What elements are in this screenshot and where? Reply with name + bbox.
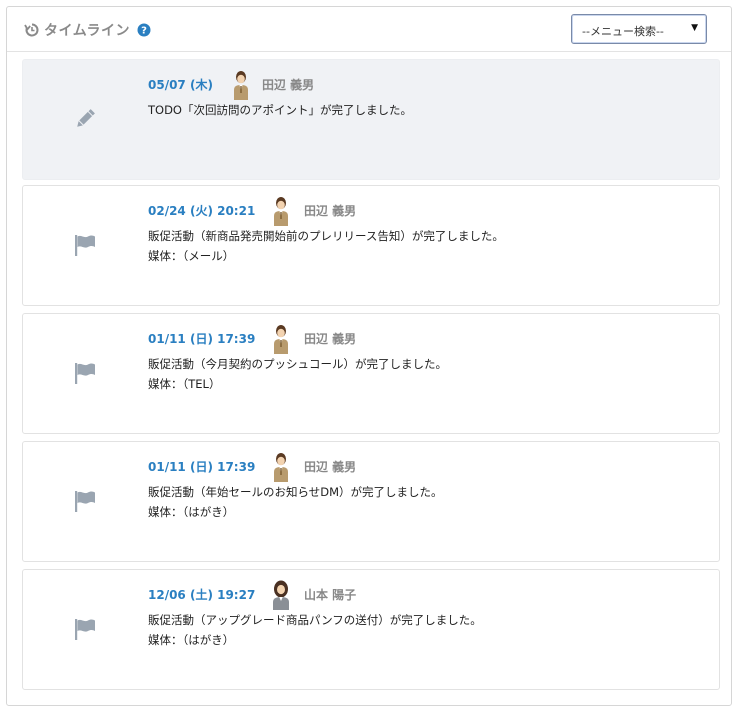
timeline-message: 販促活動（アップグレード商品パンフの送付）が完了しました。 bbox=[148, 613, 482, 627]
timeline-user[interactable]: 田辺 義男 bbox=[262, 76, 314, 93]
menu-search-select[interactable]: --メニュー検索-- ▼ bbox=[571, 14, 707, 44]
refresh-icon[interactable] bbox=[24, 22, 40, 38]
timeline-user[interactable]: 田辺 義男 bbox=[304, 330, 356, 347]
timeline-date: 02/24 (火) 20:21 bbox=[148, 204, 256, 218]
timeline-message: 販促活動（新商品発売開始前のプレリリース告知）が完了しました。 bbox=[148, 229, 504, 243]
timeline-message: TODO「次回訪問のアポイント」が完了しました。 bbox=[148, 103, 412, 117]
flag-icon bbox=[72, 489, 98, 513]
avatar bbox=[231, 70, 251, 100]
help-icon[interactable]: ? bbox=[137, 23, 151, 37]
timeline-date: 05/07 (木) bbox=[148, 78, 213, 92]
avatar bbox=[271, 452, 291, 482]
timeline-date: 01/11 (日) 17:39 bbox=[148, 460, 256, 474]
timeline-item[interactable]: 02/24 (火) 20:21 田辺 義男販促活動（新商品発売開始前のプレリリース… bbox=[22, 185, 720, 306]
panel-header: タイムライン ? --メニュー検索-- ▼ bbox=[7, 7, 731, 52]
timeline-message: 販促活動（今月契約のプッシュコール）が完了しました。 bbox=[148, 357, 447, 371]
flag-icon bbox=[72, 617, 98, 641]
pencil-icon bbox=[72, 107, 98, 131]
timeline-panel: タイムライン ? --メニュー検索-- ▼ 05/07 (木) 田辺 義男 TODO… bbox=[6, 6, 732, 706]
timeline-item[interactable]: 05/07 (木) 田辺 義男 TODO「次回訪問のアポイント」が完了しました。 bbox=[22, 59, 720, 180]
timeline-medium: 媒体：（はがき） bbox=[148, 505, 235, 519]
flag-icon bbox=[72, 233, 98, 257]
timeline-user[interactable]: 山本 陽子 bbox=[304, 586, 356, 603]
timeline-item[interactable]: 01/11 (日) 17:39 田辺 義男販促活動（今月契約のプッシュコール）が完… bbox=[22, 313, 720, 434]
timeline-user[interactable]: 田辺 義男 bbox=[304, 202, 356, 219]
avatar bbox=[271, 580, 291, 610]
timeline-medium: 媒体：（TEL） bbox=[148, 377, 221, 391]
avatar bbox=[271, 196, 291, 226]
timeline-medium: 媒体：（メール） bbox=[148, 249, 235, 263]
chevron-down-icon: ▼ bbox=[691, 23, 698, 33]
timeline-date: 12/06 (土) 19:27 bbox=[148, 588, 256, 602]
timeline-item[interactable]: 01/11 (日) 17:39 田辺 義男販促活動（年始セールのお知らせDM）が完… bbox=[22, 441, 720, 562]
timeline-medium: 媒体：（はがき） bbox=[148, 633, 235, 647]
timeline-message: 販促活動（年始セールのお知らせDM）が完了しました。 bbox=[148, 485, 443, 499]
timeline-user[interactable]: 田辺 義男 bbox=[304, 458, 356, 475]
timeline-date: 01/11 (日) 17:39 bbox=[148, 332, 256, 346]
timeline-item[interactable]: 12/06 (土) 19:27 山本 陽子販促活動（アップグレード商品パンフの送付… bbox=[22, 569, 720, 690]
flag-icon bbox=[72, 361, 98, 385]
page-title: タイムライン bbox=[44, 23, 131, 39]
avatar bbox=[271, 324, 291, 354]
menu-search-value: --メニュー検索-- bbox=[582, 25, 664, 38]
svg-text:?: ? bbox=[141, 26, 147, 37]
